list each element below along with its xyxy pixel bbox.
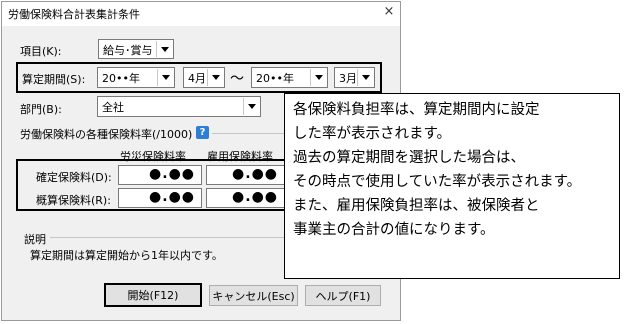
estimated-employment-value: ●.●●	[232, 189, 278, 205]
item-label: 項目(K):	[20, 45, 62, 58]
callout-line: した率が表示されます。	[293, 126, 452, 142]
row-estimated-label: 概算保険料(R):	[36, 194, 111, 207]
department-select-value: 全社	[102, 101, 124, 114]
confirmed-workers-comp-input[interactable]: ●.●●	[118, 165, 202, 185]
callout-line: 過去の算定期間を選択した場合は、	[293, 150, 525, 166]
rates-group-line	[212, 133, 284, 134]
chevron-down-icon[interactable]	[357, 69, 373, 86]
item-select-value: 給与･賞与	[103, 44, 153, 57]
help-button[interactable]: ヘルプ(F1)	[305, 285, 381, 306]
confirmed-workers-comp-value: ●.●●	[149, 166, 195, 182]
period-end-year-value: 20••年	[256, 72, 294, 85]
callout-note: 各保険料負担率は、算定期間内に設定 した率が表示されます。 過去の算定期間を選択…	[284, 93, 620, 279]
description-title: 説明	[24, 233, 46, 246]
period-end-month-select[interactable]: 3月	[334, 67, 375, 88]
start-button-label: 開始(F12)	[127, 289, 179, 302]
callout-line: 事業主の合計の値になります。	[293, 222, 495, 238]
confirmed-employment-input[interactable]: ●.●●	[206, 165, 284, 185]
estimated-workers-comp-input[interactable]: ●.●●	[118, 188, 202, 208]
start-button[interactable]: 開始(F12)	[104, 283, 202, 307]
cancel-button-label: キャンセル(Esc)	[212, 289, 295, 303]
estimated-workers-comp-value: ●.●●	[149, 189, 195, 205]
callout-line: 各保険料負担率は、算定期間内に設定	[293, 102, 540, 118]
period-start-month-select[interactable]: 4月	[183, 67, 225, 88]
department-select[interactable]: 全社	[97, 96, 261, 117]
help-button-label: ヘルプ(F1)	[315, 289, 371, 303]
close-icon[interactable]: ×	[382, 4, 396, 20]
description-group-line	[50, 237, 284, 238]
department-label: 部門(B):	[20, 103, 62, 116]
period-label: 算定期間(S):	[22, 73, 86, 86]
chevron-down-icon[interactable]	[157, 69, 173, 86]
item-select[interactable]: 給与･賞与	[98, 39, 174, 59]
period-end-month-value: 3月	[339, 72, 357, 85]
callout-line: その時点で使用していた率が表示されます。	[293, 174, 582, 190]
chevron-down-icon[interactable]	[207, 69, 223, 86]
period-end-year-select[interactable]: 20••年	[251, 67, 328, 88]
window-title: 労働保険料合計表集計条件	[8, 8, 140, 21]
description-text: 算定期間は算定開始から1年以内です。	[30, 249, 223, 262]
chevron-down-icon[interactable]	[156, 41, 172, 57]
callout-line: また、雇用保険負担率は、被保険者と	[293, 198, 540, 214]
period-separator: ～	[230, 71, 244, 87]
chevron-down-icon[interactable]	[243, 98, 259, 115]
rates-group-title: 労働保険料の各種保険料率(/1000)	[20, 128, 193, 141]
period-start-month-value: 4月	[188, 72, 206, 85]
estimated-employment-input[interactable]: ●.●●	[206, 188, 284, 208]
chevron-down-icon[interactable]	[310, 69, 326, 86]
row-confirmed-label: 確定保険料(D):	[36, 171, 112, 184]
period-start-year-value: 20••年	[102, 72, 140, 85]
period-start-year-select[interactable]: 20••年	[97, 67, 175, 88]
help-icon[interactable]: ?	[196, 126, 209, 139]
confirmed-employment-value: ●.●●	[232, 166, 278, 182]
cancel-button[interactable]: キャンセル(Esc)	[209, 285, 298, 306]
